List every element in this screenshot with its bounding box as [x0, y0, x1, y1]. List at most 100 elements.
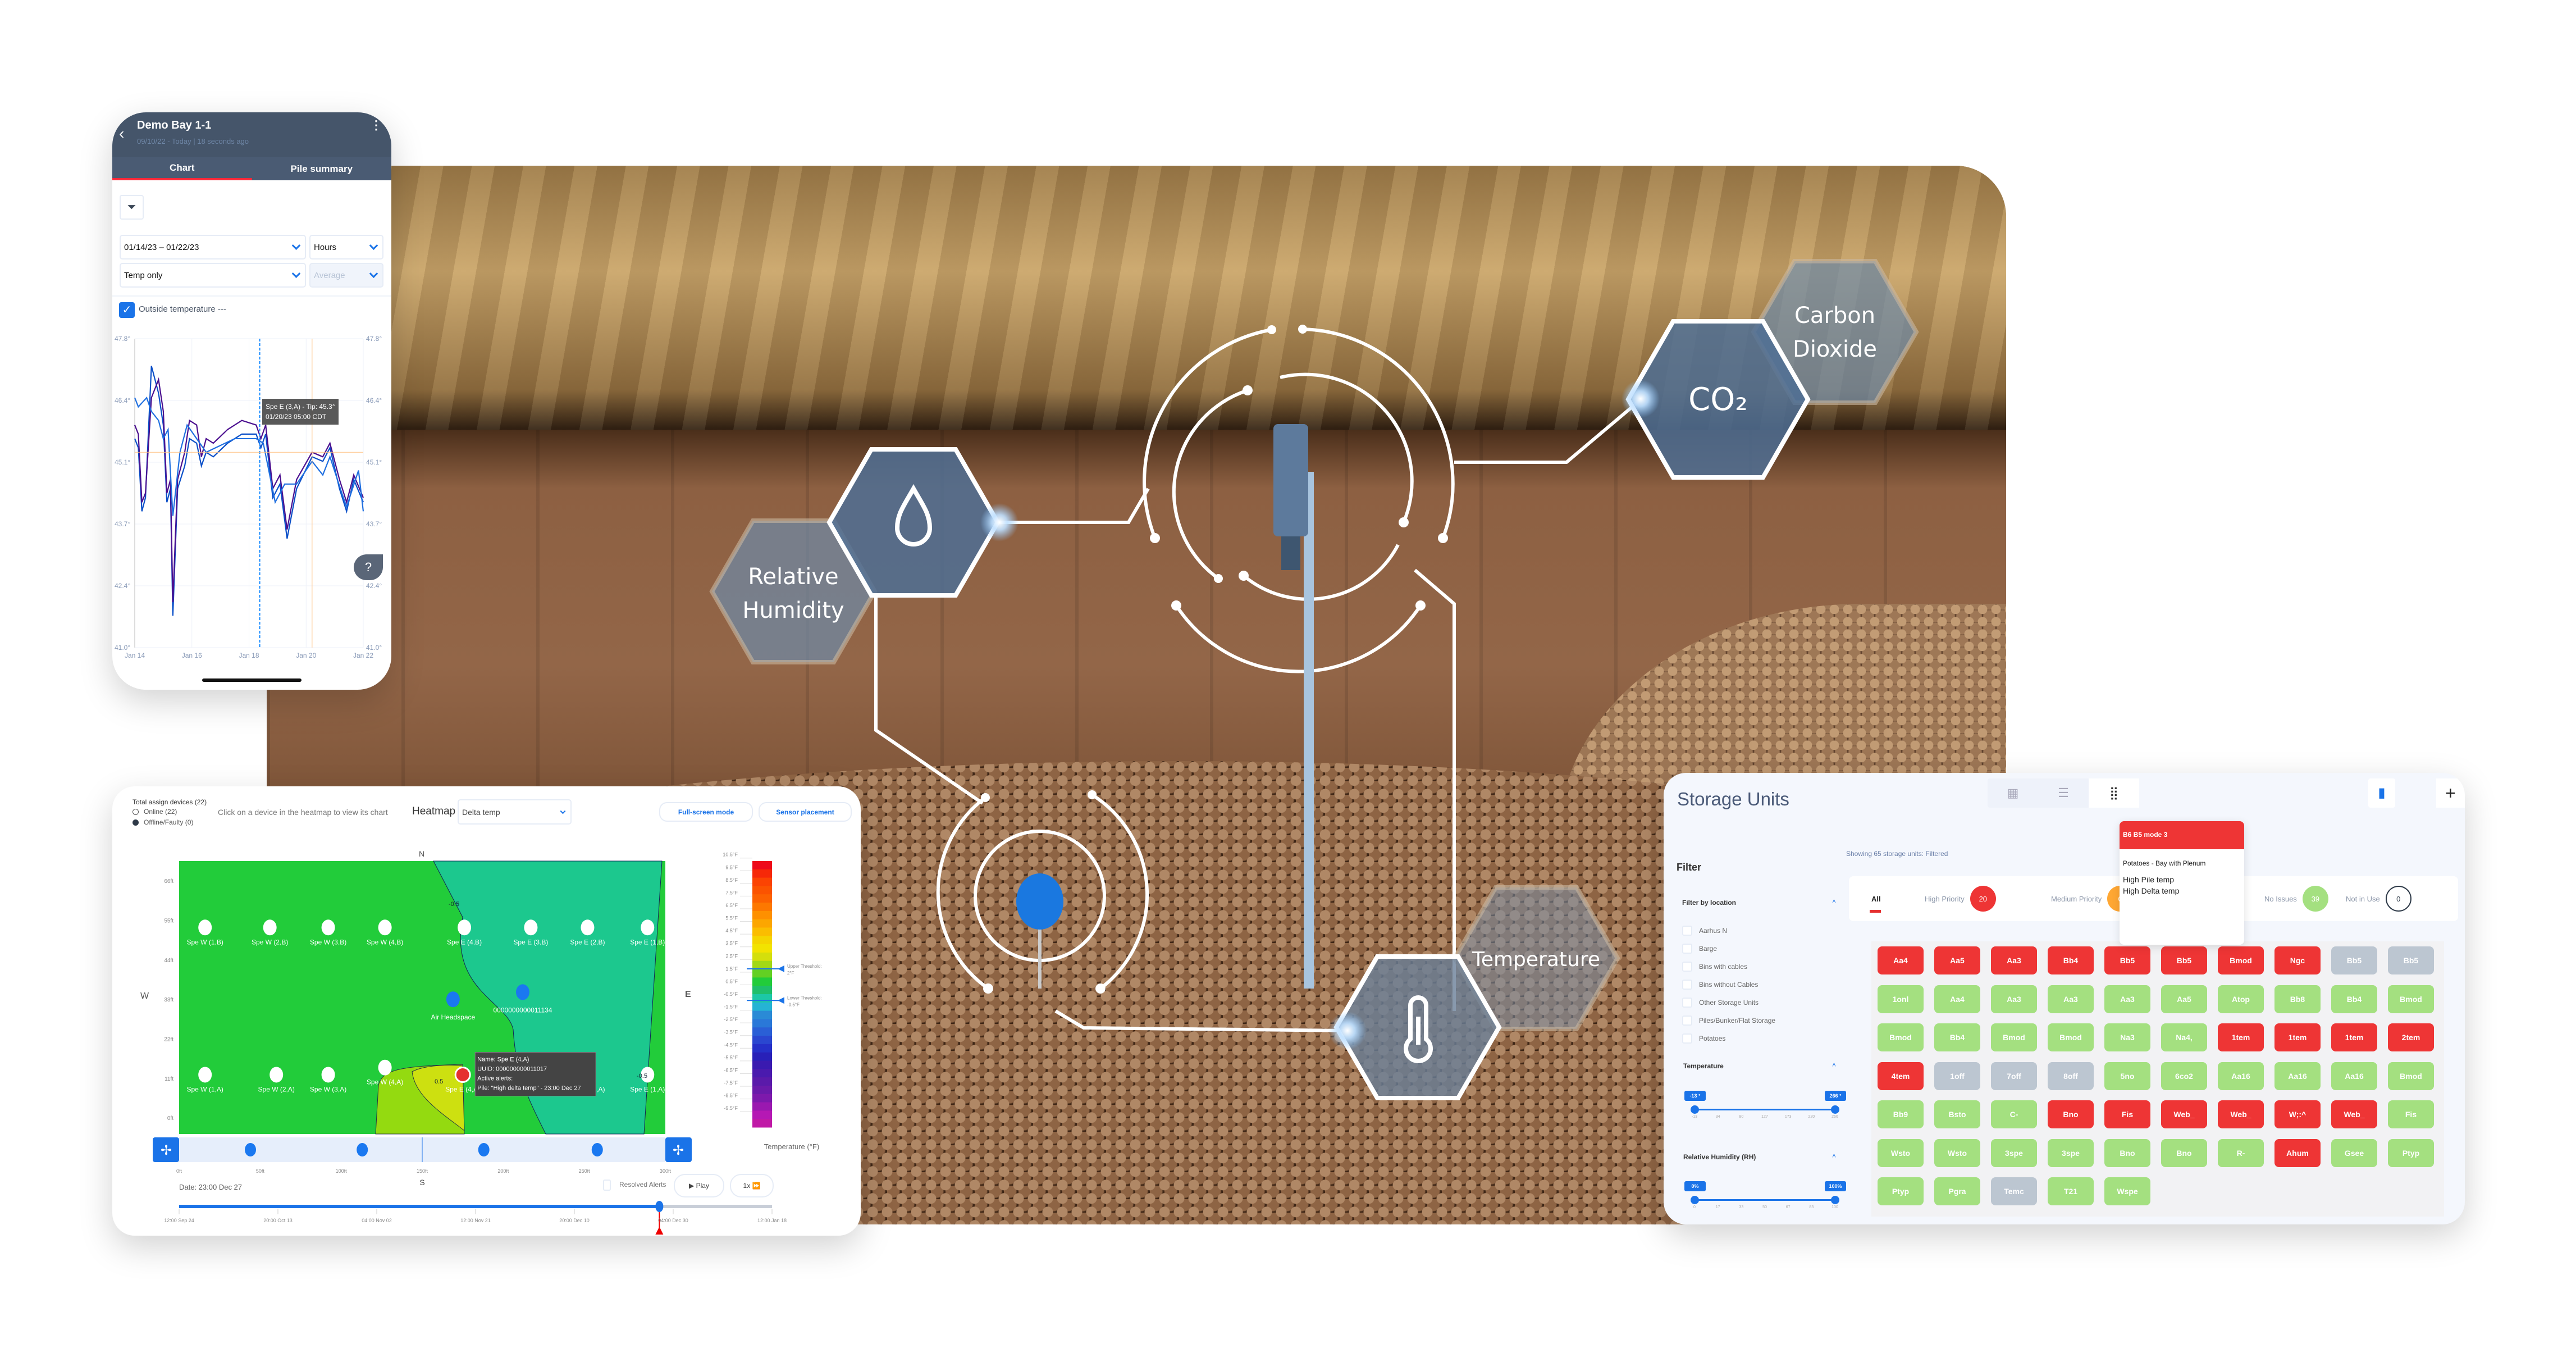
storage-unit-tile[interactable]: Bb5: [2161, 946, 2207, 974]
co2-sensor-marker[interactable]: [591, 1143, 603, 1156]
location-checkbox[interactable]: [1682, 1033, 1692, 1044]
storage-unit-tile[interactable]: W;:^: [2274, 1100, 2321, 1128]
resolved-alerts-checkbox[interactable]: [603, 1180, 611, 1191]
sensor-marker[interactable]: [198, 1067, 212, 1083]
storage-unit-tile[interactable]: R-: [2218, 1138, 2264, 1167]
storage-unit-tile[interactable]: Web_: [2331, 1100, 2377, 1128]
storage-unit-tile[interactable]: Bb5: [2104, 946, 2150, 974]
speed-button[interactable]: 1x ⏩: [730, 1174, 774, 1197]
storage-unit-tile[interactable]: Gsee: [2331, 1138, 2377, 1167]
add-button[interactable]: +: [2436, 778, 2465, 808]
storage-unit-tile[interactable]: Wsto: [1878, 1138, 1924, 1167]
more-icon[interactable]: ⋮: [370, 119, 382, 131]
storage-unit-tile[interactable]: 2tem: [2388, 1023, 2434, 1051]
storage-unit-tile[interactable]: Atop: [2218, 985, 2264, 1013]
sensor-marker[interactable]: [198, 919, 212, 936]
storage-unit-tile[interactable]: Wsto: [1934, 1138, 1980, 1167]
humidity-slider-track[interactable]: [1695, 1199, 1835, 1201]
chevron-up-icon[interactable]: ˄: [1832, 1152, 1836, 1160]
storage-unit-tile[interactable]: 7off: [1991, 1062, 2037, 1090]
storage-unit-tile[interactable]: Ahum: [2274, 1138, 2321, 1167]
storage-unit-tile[interactable]: Aa16: [2331, 1062, 2377, 1090]
tab-chart[interactable]: Chart: [112, 157, 252, 180]
storage-unit-tile[interactable]: Na3: [2104, 1023, 2150, 1051]
storage-unit-tile[interactable]: Aa16: [2274, 1062, 2321, 1090]
status-tab-not-in-use[interactable]: Not in Use 0: [2346, 876, 2411, 921]
filter-button[interactable]: ⏷: [120, 195, 144, 220]
status-tab-high-priority[interactable]: High Priority 20: [1925, 876, 1996, 921]
storage-unit-tile[interactable]: Bb5: [2388, 946, 2434, 974]
storage-unit-tile[interactable]: 5no: [2104, 1062, 2150, 1090]
co2-sensor-marker[interactable]: [515, 984, 529, 1000]
heatmap-plot[interactable]: 66ft 55ft 44ft 33ft 22ft 11ft 0ft Spe W (1,B) Sp…: [112, 786, 861, 1236]
outside-temp-checkbox[interactable]: ✓: [119, 302, 135, 318]
storage-unit-tile[interactable]: Wspe: [2104, 1177, 2150, 1205]
storage-unit-tile[interactable]: Bb9: [1878, 1100, 1924, 1128]
humidity-slider-max-handle[interactable]: [1831, 1196, 1839, 1204]
storage-unit-tile[interactable]: Aa4: [1934, 985, 1980, 1013]
temperature-slider-track[interactable]: [1695, 1109, 1835, 1110]
storage-unit-tile[interactable]: Web_: [2161, 1100, 2207, 1128]
storage-unit-tile[interactable]: Bno: [2048, 1100, 2094, 1128]
storage-unit-tile[interactable]: 6co2: [2161, 1062, 2207, 1090]
storage-unit-tile[interactable]: Aa3: [1991, 946, 2037, 974]
upper-threshold-handle[interactable]: [778, 965, 784, 972]
sensor-marker[interactable]: [263, 919, 277, 936]
status-tab-all[interactable]: All: [1871, 876, 1881, 921]
sensor-marker[interactable]: [321, 1067, 335, 1083]
storage-unit-tile[interactable]: Aa5: [2161, 985, 2207, 1013]
storage-unit-tile[interactable]: Bb4: [2331, 985, 2377, 1013]
sensor-marker[interactable]: [270, 1067, 284, 1083]
storage-unit-tile[interactable]: Bmod: [1878, 1023, 1924, 1051]
location-checkbox[interactable]: [1682, 998, 1692, 1008]
grid-view-icon[interactable]: ▦: [1988, 778, 2038, 808]
help-button[interactable]: ?: [354, 554, 383, 580]
storage-unit-tile[interactable]: Ptyp: [2388, 1138, 2434, 1167]
sensor-marker[interactable]: [524, 919, 538, 936]
sensor-marker[interactable]: [378, 1059, 392, 1076]
storage-unit-tile[interactable]: Bmod: [2388, 1062, 2434, 1090]
storage-unit-tile[interactable]: Aa3: [1991, 985, 2037, 1013]
tab-pile-summary[interactable]: Pile summary: [252, 157, 392, 180]
storage-unit-tile[interactable]: 8off: [2048, 1062, 2094, 1090]
storage-unit-tile[interactable]: Bsto: [1934, 1100, 1980, 1128]
sensor-marker[interactable]: [581, 919, 595, 936]
storage-unit-tile[interactable]: Aa4: [1878, 946, 1924, 974]
temperature-slider-min-handle[interactable]: [1691, 1105, 1699, 1114]
chevron-up-icon[interactable]: ˄: [1832, 898, 1836, 905]
chevron-up-icon[interactable]: ˄: [1832, 1061, 1836, 1069]
location-checkbox[interactable]: [1682, 962, 1692, 972]
sensor-marker[interactable]: [378, 919, 392, 936]
date-range-select[interactable]: 01/14/23 – 01/22/23: [120, 235, 306, 259]
location-checkbox[interactable]: [1682, 1015, 1692, 1026]
storage-unit-tile[interactable]: 3spe: [2048, 1138, 2094, 1167]
storage-unit-tile[interactable]: Bno: [2104, 1138, 2150, 1167]
storage-unit-tile[interactable]: Fis: [2104, 1100, 2150, 1128]
co2-sensor-marker[interactable]: [446, 991, 460, 1008]
storage-unit-tile[interactable]: 1tem: [2218, 1023, 2264, 1051]
sensor-marker[interactable]: [321, 919, 335, 936]
storage-unit-tile[interactable]: Bno: [2161, 1138, 2207, 1167]
alert-sensor-marker[interactable]: [454, 1066, 471, 1083]
storage-unit-tile[interactable]: 4tem: [1878, 1062, 1924, 1090]
sensor-button[interactable]: ▮: [2368, 778, 2395, 808]
storage-unit-tile[interactable]: Bmod: [2218, 946, 2264, 974]
storage-unit-tile[interactable]: Bb5: [2331, 946, 2377, 974]
storage-unit-tile[interactable]: Ngc: [2274, 946, 2321, 974]
storage-unit-tile[interactable]: 1tem: [2331, 1023, 2377, 1051]
co2-sensor-marker[interactable]: [245, 1143, 257, 1156]
mode-select[interactable]: Temp only: [120, 263, 306, 288]
storage-unit-tile[interactable]: Aa16: [2218, 1062, 2264, 1090]
lower-threshold-handle[interactable]: [778, 997, 784, 1004]
list-view-icon[interactable]: ☰: [2038, 778, 2089, 808]
storage-unit-tile[interactable]: Aa3: [2104, 985, 2150, 1013]
storage-unit-tile[interactable]: 3spe: [1991, 1138, 2037, 1167]
storage-unit-tile[interactable]: Bb8: [2274, 985, 2321, 1013]
compact-view-icon[interactable]: ⣿: [2089, 778, 2139, 808]
storage-unit-tile[interactable]: Bmod: [2388, 985, 2434, 1013]
storage-unit-tile[interactable]: 1onl: [1878, 985, 1924, 1013]
location-checkbox[interactable]: [1682, 944, 1692, 954]
temperature-line-chart[interactable]: 47.8° 47.8° 46.4° 46.4° 45.1° 45.1° 43.7° 43.7°…: [112, 326, 391, 674]
timeline-thumb[interactable]: [655, 1201, 664, 1212]
storage-unit-tile[interactable]: 1off: [1934, 1062, 1980, 1090]
